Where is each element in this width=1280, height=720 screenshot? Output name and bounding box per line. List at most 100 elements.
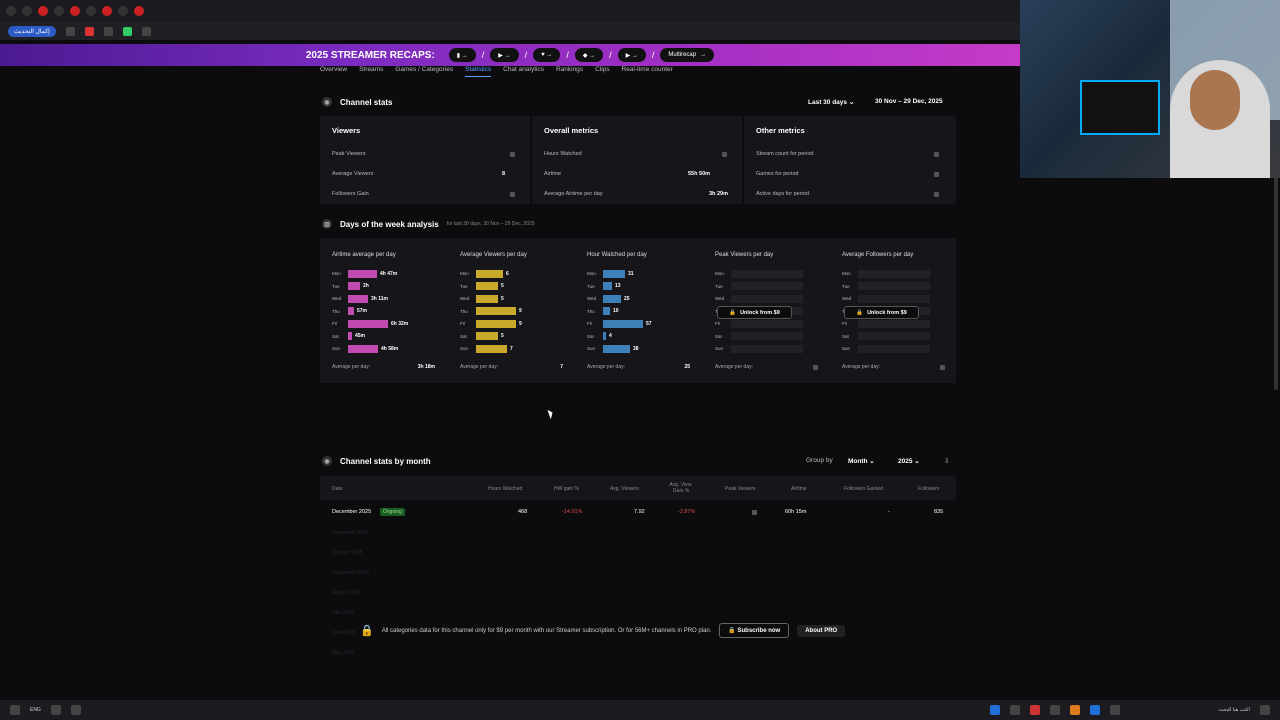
- folder-icon[interactable]: [1110, 705, 1120, 715]
- tab-icon[interactable]: [54, 6, 64, 16]
- reload-button[interactable]: إكمال التحديث: [8, 25, 56, 37]
- channel-stats-title: Channel stats: [340, 97, 393, 107]
- day-bar-row: Sat 5: [460, 332, 504, 341]
- lock-icon: [722, 152, 727, 157]
- day-bar: [348, 269, 377, 278]
- day-bar-value: 9: [519, 308, 522, 314]
- day-label: Sat: [715, 333, 722, 339]
- col-avg-view-gain[interactable]: Avg. View. Gain %: [666, 482, 696, 494]
- recap-chip[interactable]: ▮ →: [448, 48, 476, 62]
- hours-watched-label: Hours Watched: [544, 151, 582, 157]
- app-icon[interactable]: [1010, 705, 1020, 715]
- recap-chip[interactable]: ♥ →: [533, 48, 561, 62]
- language-indicator[interactable]: ENG: [30, 707, 41, 713]
- tab-icon[interactable]: [38, 6, 48, 16]
- group-by-dropdown[interactable]: Month ⌄: [848, 457, 875, 465]
- date-range[interactable]: 30 Nov – 29 Dec, 2025: [875, 98, 943, 105]
- recap-chip[interactable]: ▶ →: [617, 48, 646, 62]
- extension-icon[interactable]: [65, 26, 75, 36]
- average-per-day-label: Average per day:: [715, 364, 753, 370]
- day-label: Mon: [715, 271, 724, 276]
- table-row[interactable]: December 2025 Ongoing 468 -14.91% 7.92 -…: [320, 503, 956, 521]
- unlock-button[interactable]: 🔒 Unlock from $9: [844, 306, 919, 319]
- tab-chat-analytics[interactable]: Chat analytics: [503, 66, 544, 77]
- col-avg-viewers[interactable]: Avg. Viewers: [610, 486, 639, 492]
- avg-airtime-label: Average Airtime per day: [544, 191, 603, 197]
- tab-icon[interactable]: [6, 6, 16, 16]
- day-bar: [603, 319, 643, 328]
- tab-icon[interactable]: [22, 6, 32, 16]
- channel-nav-tabs: Overview Streams Games / Categories Stat…: [320, 66, 673, 77]
- unlock-button[interactable]: 🔒 Unlock from $9: [717, 306, 792, 319]
- extension-icon[interactable]: [84, 26, 94, 36]
- col-date[interactable]: Date: [332, 486, 343, 492]
- days-analysis-title: Days of the week analysis: [340, 219, 439, 229]
- range-dropdown[interactable]: Last 30 days ⌄: [808, 98, 854, 106]
- recap-chip[interactable]: ▶ →: [490, 48, 519, 62]
- col-hw-gain[interactable]: HW gain %: [554, 486, 579, 492]
- day-bar: [476, 307, 516, 315]
- taskbar-search[interactable]: اكتب هنا للبحث: [1130, 707, 1250, 713]
- wifi-icon[interactable]: [50, 705, 61, 715]
- day-bar-row: Fri: [715, 319, 803, 328]
- row-date: December 2025: [332, 509, 372, 515]
- day-bar: [603, 344, 630, 353]
- tab-icon[interactable]: [118, 6, 128, 16]
- extension-icon[interactable]: [122, 26, 132, 36]
- download-icon[interactable]: ⇩: [944, 457, 949, 465]
- windows-start-icon[interactable]: [1260, 705, 1270, 715]
- col-airtime[interactable]: Airtime: [791, 486, 807, 492]
- ongoing-badge: Ongoing: [380, 508, 405, 516]
- year-dropdown[interactable]: 2025 ⌄: [898, 457, 920, 465]
- tab-icon[interactable]: [70, 6, 80, 16]
- tab-games-categories[interactable]: Games / Categories: [395, 66, 453, 77]
- day-label: Sat: [842, 333, 849, 339]
- day-bar-value: 10: [613, 308, 619, 314]
- locked-bar: [731, 269, 803, 278]
- locked-bar: [731, 294, 803, 303]
- tab-icon[interactable]: [102, 6, 112, 16]
- app-icon[interactable]: [1050, 705, 1060, 715]
- lock-icon: [813, 365, 818, 370]
- col-hours-watched[interactable]: Hours Watched: [488, 486, 522, 492]
- chrome-icon[interactable]: [1070, 705, 1080, 715]
- day-bar-value: 2h: [363, 283, 369, 289]
- day-bar: [603, 282, 612, 290]
- subscribe-now-button[interactable]: 🔒 Subscribe now: [719, 623, 790, 638]
- day-bar-row: Sun: [715, 344, 803, 353]
- day-bar: [603, 294, 621, 303]
- day-bar-row: Sat: [842, 332, 930, 341]
- tab-icon[interactable]: [86, 6, 96, 16]
- col-followers[interactable]: Followers: [918, 486, 939, 492]
- chevron-down-icon: ⌄: [848, 99, 855, 106]
- col-peak-viewers[interactable]: Peak Viewers: [725, 486, 755, 492]
- start-icon[interactable]: [10, 705, 20, 715]
- app-icon[interactable]: [990, 705, 1000, 715]
- tab-rankings[interactable]: Rankings: [556, 66, 583, 77]
- tab-real-time-counter[interactable]: Real-time counter: [622, 66, 673, 77]
- col-followers-gained[interactable]: Followers Gained: [844, 486, 883, 492]
- monitor: [1080, 80, 1160, 135]
- day-label: Wed: [842, 296, 852, 301]
- tab-clips[interactable]: Clips: [595, 66, 609, 77]
- day-label: Tue: [587, 283, 595, 289]
- streamer-recaps-banner: 2025 STREAMER RECAPS: ▮ → / ▶ → / ♥ → / …: [0, 44, 1020, 66]
- extension-icon[interactable]: [103, 26, 113, 36]
- recap-chip[interactable]: ◆ →: [574, 48, 604, 62]
- blurred-month-row: June 2025: [332, 630, 356, 636]
- day-bar-row: Fri 9: [460, 319, 522, 328]
- tab-icon[interactable]: [134, 6, 144, 16]
- app-icon[interactable]: [1030, 705, 1040, 715]
- about-pro-button[interactable]: About PRO: [797, 624, 846, 637]
- multirecap-button[interactable]: Multirecap →: [660, 48, 715, 62]
- tab-overview[interactable]: Overview: [320, 66, 347, 77]
- tab-streams[interactable]: Streams: [359, 66, 383, 77]
- edge-icon[interactable]: [1090, 705, 1100, 715]
- subscribe-text: All categories data for this channel onl…: [381, 627, 712, 634]
- day-bar-value: 13: [615, 283, 621, 289]
- day-bar-value: 4h 58m: [381, 345, 399, 352]
- bar-chart-icon: ▥: [322, 219, 332, 229]
- bookmark-star-icon[interactable]: [141, 26, 151, 36]
- volume-icon[interactable]: [70, 705, 81, 715]
- tab-statistics[interactable]: Statistics: [465, 66, 492, 77]
